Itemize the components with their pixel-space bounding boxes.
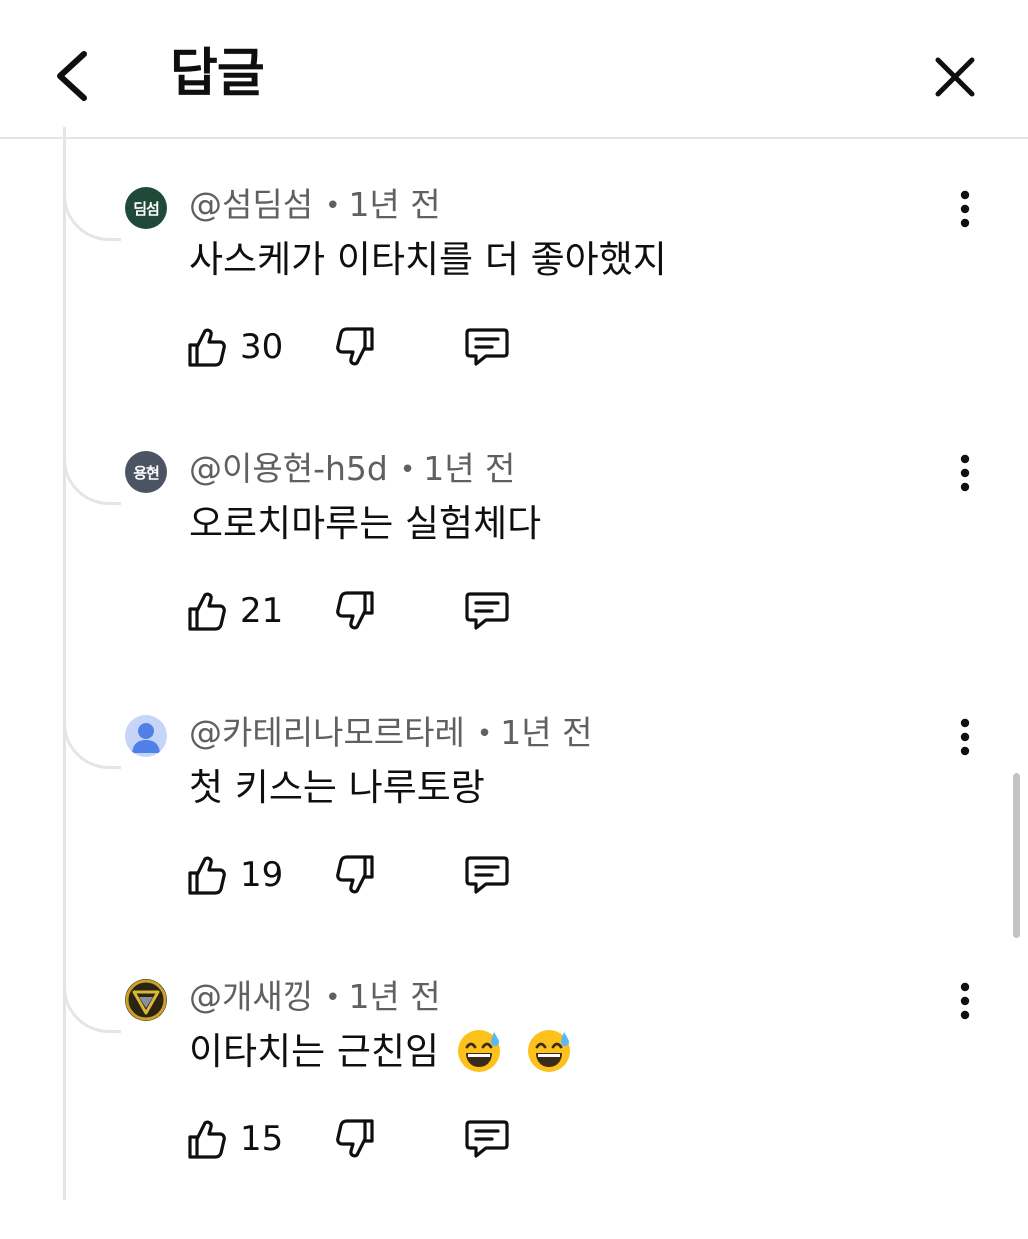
thumb-up-icon [188,592,226,631]
thread-connector [63,127,121,241]
avatar[interactable] [125,715,167,757]
comment-icon [465,1120,509,1158]
reply-text: 이타치는 근친임 [189,1026,573,1078]
more-vert-icon [960,190,970,228]
thread-connector [63,919,121,1033]
more-options-button[interactable] [945,979,985,1023]
thumb-down-icon [336,591,374,630]
back-icon [57,51,87,101]
more-options-button[interactable] [945,187,985,231]
like-count: 30 [240,327,284,367]
comment-icon [465,328,509,366]
sweat-smile-emoji [527,1030,570,1072]
dislike-button[interactable] [334,325,376,369]
separator-dot: • [476,719,493,749]
reply-text: 사스케가 이타치를 더 좋아했지 [189,238,667,281]
reply-text-content: 이타치는 근친임 [189,1030,440,1073]
page-title: 답글 [170,44,265,104]
timestamp: 1년 전 [348,185,441,224]
close-button[interactable] [926,50,982,106]
reply-item: @카테리나모르타레 • 1년 전 첫 키스는 나루토랑 19 [0,655,1028,975]
like-button[interactable] [186,325,228,369]
dislike-button[interactable] [334,589,376,633]
separator-dot: • [325,983,341,1013]
reply-text: 첫 키스는 나루토랑 [189,766,485,809]
username[interactable]: @이용현-h5d [189,449,388,488]
like-button[interactable] [186,853,228,897]
back-button[interactable] [48,46,96,106]
thumb-up-icon [188,328,226,367]
thumb-up-icon [188,856,226,895]
separator-dot: • [325,191,341,221]
thumb-up-icon [188,1120,226,1159]
thumb-down-icon [336,327,374,366]
reply-button[interactable] [464,589,510,633]
avatar[interactable] [125,979,167,1021]
dislike-button[interactable] [334,853,376,897]
reply-button[interactable] [464,325,510,369]
close-icon [935,57,975,97]
sweat-smile-emoji [457,1030,500,1072]
top-app-bar: 답글 [0,0,1028,139]
username[interactable]: @섬딤섬 [189,185,313,224]
more-options-button[interactable] [945,451,985,495]
reply-button[interactable] [464,1117,510,1161]
comment-icon [465,856,509,894]
timestamp: 1년 전 [348,977,441,1016]
reply-meta: @섬딤섬 • 1년 전 [189,182,441,229]
reply-meta: @이용현-h5d • 1년 전 [189,446,515,493]
comment-icon [465,592,509,630]
timestamp: 1년 전 [423,449,516,488]
emblem-avatar-icon [125,979,167,1021]
more-options-button[interactable] [945,715,985,759]
reply-button[interactable] [464,853,510,897]
more-vert-icon [960,718,970,756]
thread-connector [63,391,121,505]
separator-dot: • [399,455,416,485]
thumb-down-icon [336,1119,374,1158]
like-count: 19 [240,855,284,895]
thumb-down-icon [336,855,374,894]
reply-meta: @개새낑 • 1년 전 [189,974,441,1021]
avatar[interactable]: 용현 [125,451,167,493]
more-vert-icon [960,982,970,1020]
like-button[interactable] [186,1117,228,1161]
like-count: 15 [240,1119,284,1159]
thread-connector [63,655,121,769]
dislike-button[interactable] [334,1117,376,1161]
username[interactable]: @카테리나모르타레 [189,713,465,752]
timestamp: 1년 전 [500,713,593,752]
reply-text: 오로치마루는 실험체다 [189,502,542,545]
username[interactable]: @개새낑 [189,977,313,1016]
like-button[interactable] [186,589,228,633]
reply-item: 딤섬 @섬딤섬 • 1년 전 사스케가 이타치를 더 좋아했지 30 [0,127,1028,447]
reply-meta: @카테리나모르타레 • 1년 전 [189,710,592,757]
reply-item: 용현 @이용현-h5d • 1년 전 오로치마루는 실험체다 21 [0,391,1028,711]
more-vert-icon [960,454,970,492]
reply-item: @개새낑 • 1년 전 이타치는 근친임 15 [0,919,1028,1239]
avatar[interactable]: 딤섬 [125,187,167,229]
default-avatar-icon [132,723,160,753]
like-count: 21 [240,591,284,631]
